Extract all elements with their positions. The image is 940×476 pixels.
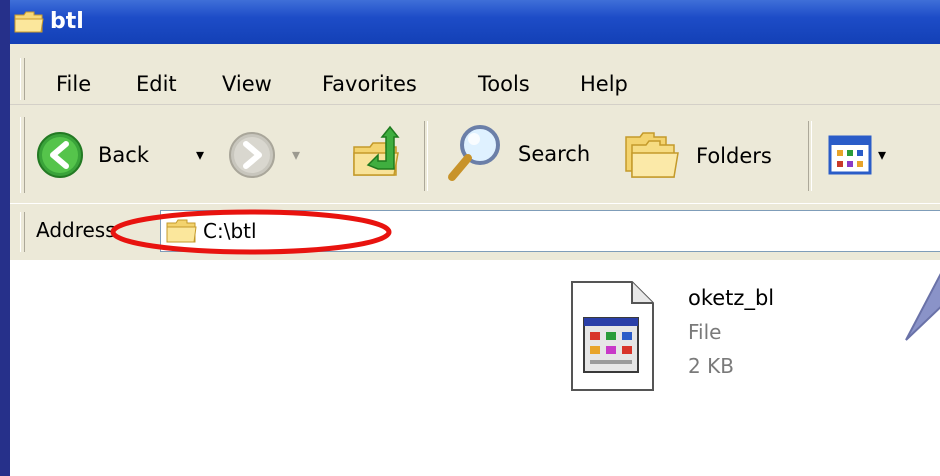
explorer-window: btl File Edit View Favorites Tools Help …	[10, 0, 940, 476]
window-title: btl	[50, 9, 84, 34]
back-label: Back	[98, 143, 149, 167]
address-label: Address	[36, 218, 116, 242]
folder-icon	[14, 11, 44, 33]
back-arrow-icon	[37, 132, 83, 178]
folders-label: Folders	[696, 144, 772, 168]
back-dropdown-icon[interactable]: ▾	[196, 145, 204, 164]
search-magnifier-icon	[448, 125, 500, 181]
folders-button[interactable]: Folders	[622, 127, 792, 187]
up-folder-button[interactable]	[350, 125, 402, 185]
toolbar-grip[interactable]	[20, 117, 25, 193]
file-name: oketz_bl	[688, 286, 775, 310]
application-file-icon	[571, 281, 654, 391]
menu-help[interactable]: Help	[580, 72, 628, 96]
views-button[interactable]: ▾	[828, 135, 918, 181]
menu-grip[interactable]	[20, 58, 25, 100]
forward-button[interactable]: ▾	[228, 129, 318, 185]
menu-bar: File Edit View Favorites Tools Help	[10, 44, 940, 105]
menu-favorites[interactable]: Favorites	[322, 72, 417, 96]
folders-icon	[625, 132, 679, 178]
callout-pointer	[905, 273, 940, 341]
menu-edit[interactable]: Edit	[136, 72, 177, 96]
forward-arrow-icon	[229, 132, 275, 178]
back-button[interactable]: Back ▾	[36, 129, 221, 185]
highlight-oval	[110, 209, 392, 255]
menu-view[interactable]: View	[222, 72, 272, 96]
up-folder-icon	[353, 125, 400, 176]
standard-toolbar: Back ▾ ▾ Search Folders ▾	[10, 105, 940, 203]
menu-tools[interactable]: Tools	[478, 72, 530, 96]
address-grip[interactable]	[20, 212, 25, 252]
title-bar[interactable]: btl	[10, 0, 940, 44]
forward-dropdown-icon[interactable]: ▾	[292, 145, 300, 164]
search-button[interactable]: Search	[446, 123, 606, 187]
file-item[interactable]: oketz_bl File 2 KB	[10, 260, 940, 476]
views-icon	[828, 135, 872, 175]
file-type: File	[688, 320, 722, 344]
search-label: Search	[518, 142, 591, 166]
file-size: 2 KB	[688, 354, 734, 378]
menu-file[interactable]: File	[56, 72, 91, 96]
address-bar: Address C:\btl	[10, 203, 940, 260]
toolbar-separator	[808, 121, 812, 191]
file-list-pane[interactable]: oketz_bl File 2 KB	[10, 260, 940, 476]
views-dropdown-icon[interactable]: ▾	[878, 145, 886, 164]
toolbar-separator	[424, 121, 428, 191]
